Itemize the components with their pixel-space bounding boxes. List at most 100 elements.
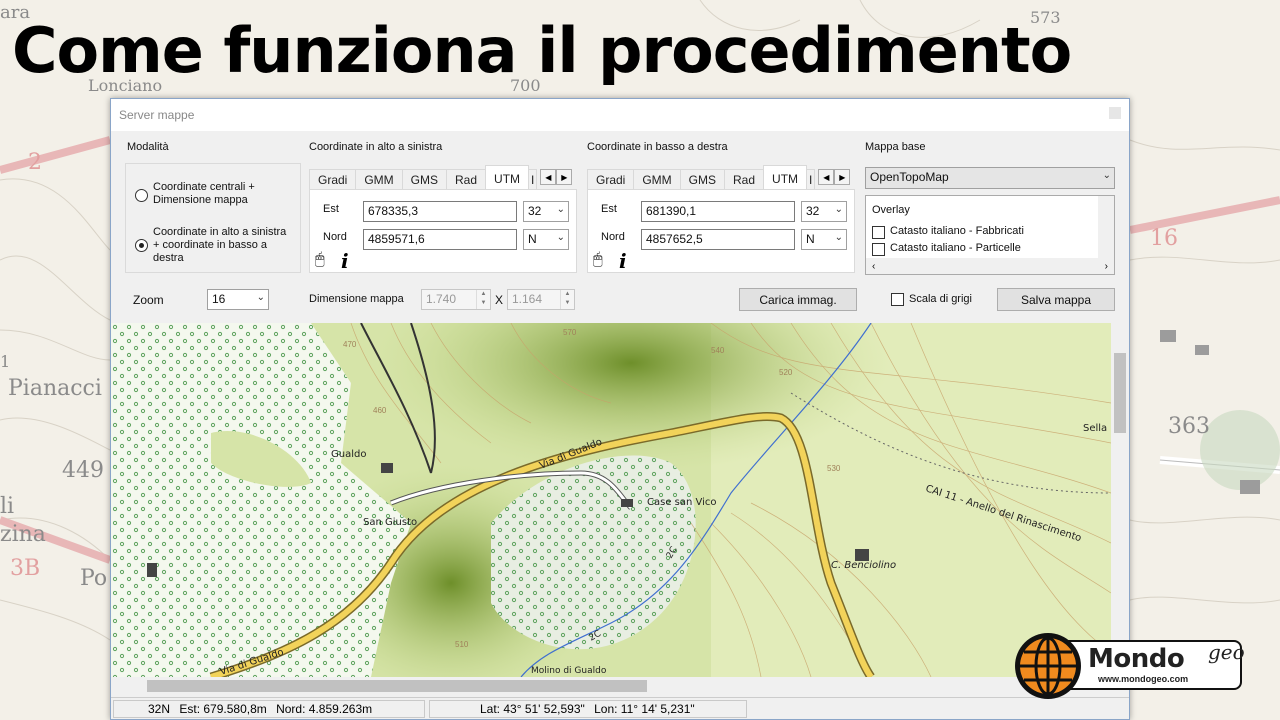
bg-label-zina: zina (0, 522, 46, 547)
modalita-label: Modalità (127, 141, 169, 153)
tl-nord-label: Nord (323, 231, 347, 243)
map-vscroll[interactable] (1111, 323, 1129, 677)
bg-label-li: li (0, 494, 15, 519)
tab-rad[interactable]: Rad (446, 169, 487, 189)
window-titlebar: Server mappe (111, 99, 1129, 131)
br-nord-input[interactable]: 4857652,5 (641, 229, 795, 250)
tab-scroll-right-icon[interactable]: ▶ (556, 169, 573, 185)
tl-nord-input[interactable]: 4859571,6 (363, 229, 517, 250)
tl-hemisphere-value: N (528, 232, 537, 246)
tab-utm[interactable]: UTM (763, 165, 808, 189)
map-height-input[interactable]: 1.164 ▲ ▼ (507, 289, 575, 310)
scroll-left-icon[interactable]: ‹ (872, 261, 875, 272)
mondogeo-logo: Mondo geo www.mondogeo.com (1012, 632, 1245, 702)
chevron-down-icon: ⌄ (834, 232, 843, 243)
base-map-select[interactable]: OpenTopoMap ⌄ (865, 167, 1115, 189)
save-map-button[interactable]: Salva mappa (997, 288, 1115, 311)
overlay-label: Overlay (872, 204, 910, 216)
map-height-value: 1.164 (512, 292, 543, 306)
top-left-tabs: Gradi GMM GMS Rad UTM I ◀ ▶ (309, 165, 573, 189)
load-image-button[interactable]: Carica immag. (739, 288, 857, 311)
radio-coordinate-centrali-label: Coordinate centrali + Dimensione mappa (153, 181, 255, 206)
overlay-particelle-label: Catasto italiano - Particelle (890, 242, 1021, 254)
bg-label-363: 363 (1168, 414, 1210, 439)
br-zone-select[interactable]: 32 ⌄ (801, 201, 847, 222)
map-width-input[interactable]: 1.740 ▲ ▼ (421, 289, 491, 310)
bg-label-1: 1 (0, 352, 11, 371)
tab-scroll-arrows: ◀ ▶ (818, 169, 851, 189)
overlay-checkbox-fabbricati[interactable] (872, 226, 885, 239)
base-map-value: OpenTopoMap (870, 170, 949, 184)
tl-est-input[interactable]: 678335,3 (363, 201, 517, 222)
zoom-label: Zoom (133, 293, 164, 307)
map-label-case-san-vico: Case san Vico (647, 497, 717, 508)
top-left-label: Coordinate in alto a sinistra (309, 141, 443, 153)
info-icon[interactable]: i (341, 249, 349, 273)
server-mappe-window: Server mappe Modalità Coordinate central… (110, 98, 1130, 720)
tab-more[interactable]: I (806, 169, 816, 189)
radio-coordinate-centrali[interactable] (135, 189, 148, 202)
status-latlon-cell: Lat: 43° 51' 52,593" Lon: 11° 14' 5,231" (429, 700, 747, 718)
overlay-checkbox-particelle[interactable] (872, 243, 885, 256)
status-est: Est: 679.580,8m (179, 702, 267, 716)
tab-rad[interactable]: Rad (724, 169, 765, 189)
window-title: Server mappe (119, 108, 195, 122)
tab-gradi[interactable]: Gradi (587, 169, 635, 189)
radio-alto-sinistra-label: Coordinate in alto a sinistra + coordina… (153, 226, 287, 264)
tab-gradi[interactable]: Gradi (309, 169, 357, 189)
grayscale-checkbox[interactable] (891, 293, 904, 306)
tab-gms[interactable]: GMS (401, 169, 448, 189)
spinner-icon[interactable]: ▲ ▼ (476, 290, 490, 309)
tab-more[interactable]: I (528, 169, 538, 189)
map-size-x: X (495, 293, 504, 307)
base-map-label: Mappa base (865, 141, 926, 153)
tl-zone-select[interactable]: 32 ⌄ (523, 201, 569, 222)
radio-alto-sinistra-basso-destra[interactable] (135, 239, 148, 252)
mouse-icon[interactable]: 🖱 (315, 251, 325, 269)
window-close-button[interactable] (1109, 107, 1121, 119)
contour-label-530: 530 (827, 464, 841, 473)
tab-scroll-arrows: ◀ ▶ (540, 169, 573, 189)
map-hscroll-thumb[interactable] (147, 680, 647, 692)
bg-label-449: 449 (62, 458, 104, 483)
map-vscroll-thumb[interactable] (1114, 353, 1126, 433)
overlay-vscroll[interactable] (1098, 196, 1114, 258)
map-size-label: Dimensione mappa (309, 293, 404, 305)
info-icon[interactable]: i (619, 249, 627, 273)
globe-icon (1015, 633, 1081, 699)
grayscale-label: Scala di grigi (909, 293, 972, 305)
tl-est-label: Est (323, 203, 339, 215)
contour-label-470: 470 (343, 340, 357, 349)
tab-utm[interactable]: UTM (485, 165, 530, 189)
chevron-down-icon: ⌄ (834, 204, 843, 215)
br-zone-value: 32 (806, 204, 820, 218)
bg-label-3b: 3B (10, 556, 41, 581)
chevron-down-icon: ⌄ (556, 204, 565, 215)
br-hemisphere-value: N (806, 232, 815, 246)
status-lon: Lon: 11° 14' 5,231" (594, 702, 695, 716)
map-hscroll[interactable] (111, 677, 1111, 695)
map-width-value: 1.740 (426, 292, 457, 306)
tab-gmm[interactable]: GMM (633, 169, 681, 189)
br-hemisphere-select[interactable]: N ⌄ (801, 229, 847, 250)
scroll-right-icon[interactable]: › (1105, 261, 1108, 272)
zoom-value: 16 (212, 292, 226, 306)
spinner-icon[interactable]: ▲ ▼ (560, 290, 574, 309)
tl-hemisphere-select[interactable]: N ⌄ (523, 229, 569, 250)
chevron-down-icon: ⌄ (256, 292, 265, 303)
tab-gms[interactable]: GMS (679, 169, 726, 189)
tab-gmm[interactable]: GMM (355, 169, 403, 189)
slide: Pianacci 449 363 Po 2 3B 16 573 1 zina a… (0, 0, 1280, 720)
tab-scroll-right-icon[interactable]: ▶ (834, 169, 851, 185)
mouse-icon[interactable]: 🖱 (593, 251, 603, 269)
contour-label-570: 570 (563, 328, 577, 337)
contour-label-460: 460 (373, 406, 387, 415)
map-view[interactable]: Gualdo San Giusto Case san Vico C. Benci… (111, 323, 1111, 677)
status-bar: 32N Est: 679.580,8m Nord: 4.859.263m Lat… (111, 697, 1129, 719)
tab-scroll-left-icon[interactable]: ◀ (818, 169, 835, 185)
zoom-select[interactable]: 16 ⌄ (207, 289, 269, 310)
overlay-hscroll[interactable]: ‹ › (866, 258, 1114, 274)
tl-zone-value: 32 (528, 204, 542, 218)
tab-scroll-left-icon[interactable]: ◀ (540, 169, 557, 185)
br-est-input[interactable]: 681390,1 (641, 201, 795, 222)
